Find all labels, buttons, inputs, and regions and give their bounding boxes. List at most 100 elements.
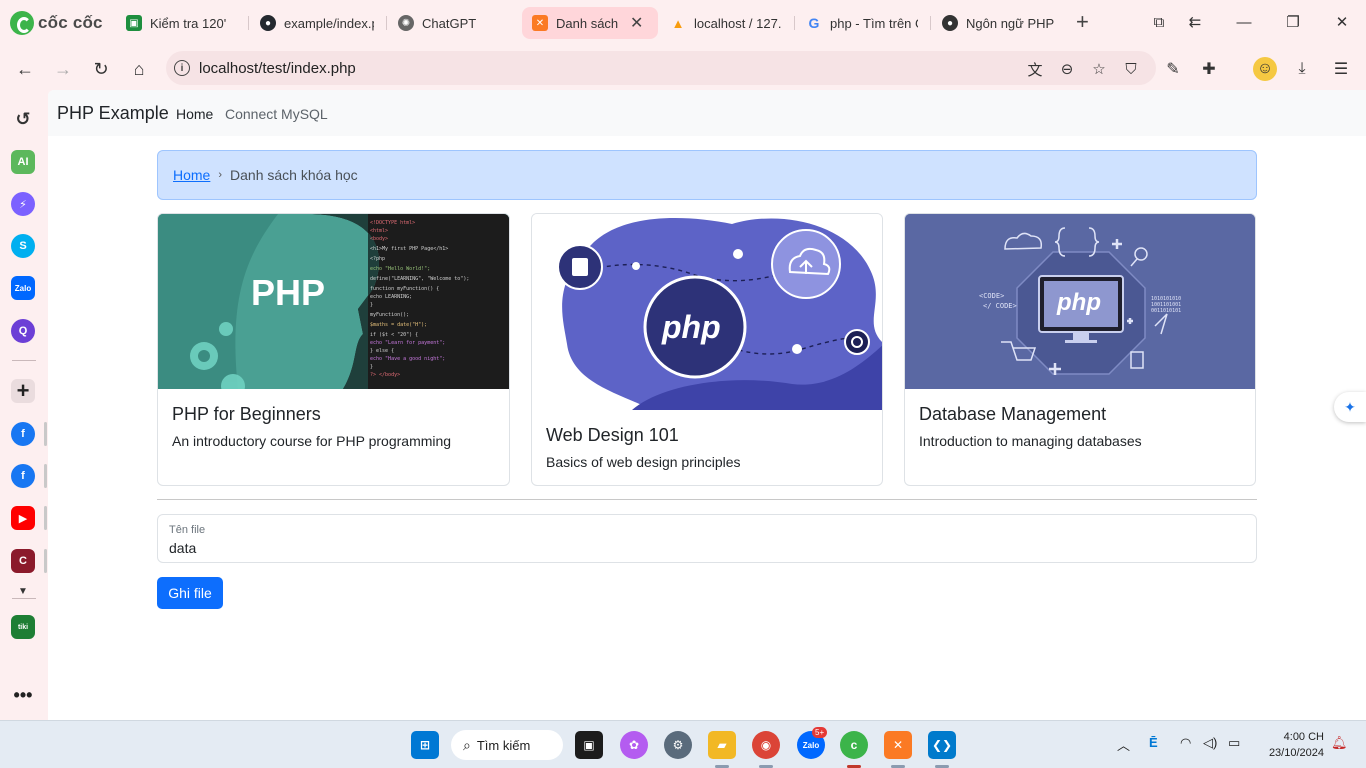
sidebar-divider [12, 598, 36, 599]
nav-mysql-link[interactable]: Connect MySQL [225, 106, 328, 122]
search-icon: ⌕ [463, 736, 471, 753]
zoom-out-icon[interactable]: ⊖ [1057, 59, 1077, 79]
system-clock[interactable]: 4:00 CH 23/10/2024 [1258, 729, 1324, 761]
tab-github[interactable]: ● example/index.p [250, 7, 384, 39]
battery-icon[interactable]: ▭ [1228, 735, 1240, 751]
pen-icon[interactable]: ✎ [1161, 57, 1185, 81]
site-brand[interactable]: PHP Example [57, 103, 169, 124]
home-icon[interactable]: ⌂ [125, 55, 153, 83]
bookmark-star-icon[interactable]: ☆ [1089, 59, 1109, 79]
sidebar-divider [12, 360, 36, 361]
input-method-icon[interactable]: Ē [1149, 735, 1158, 750]
xampp-icon[interactable]: ✕ [884, 731, 912, 759]
tab-separator [248, 16, 249, 30]
notification-bell-icon[interactable]: 🔔︎ [1331, 735, 1348, 751]
messenger-icon[interactable]: ⚡ [11, 192, 35, 216]
svg-text:$maths = date("H");: $maths = date("H"); [370, 322, 427, 328]
tab-close-icon[interactable]: ✕ [630, 13, 643, 33]
shield-icon[interactable]: ⛉ [1121, 59, 1141, 79]
windows-start-icon[interactable]: ⊞ [411, 731, 439, 759]
course-card[interactable]: php Web Design 101 Basics of web design … [531, 213, 883, 486]
course-card[interactable]: <!DOCTYPE html> <html> <body> <h1>My fir… [157, 213, 510, 486]
filename-field[interactable]: Tên file [157, 514, 1257, 563]
php-head-illustration: <!DOCTYPE html> <html> <body> <h1>My fir… [158, 214, 509, 389]
reload-icon[interactable]: ↻ [87, 55, 115, 83]
c-app-icon[interactable]: C [11, 549, 35, 573]
youtube-icon[interactable]: ▶ [11, 506, 35, 530]
forward-icon[interactable]: → [49, 55, 77, 83]
wifi-icon[interactable]: ◠ [1180, 735, 1191, 751]
svg-text:<?php: <?php [370, 256, 385, 262]
filename-input[interactable] [169, 540, 1169, 556]
brand-text: cốc cốc [38, 13, 103, 32]
tab-danh-sach[interactable]: ✕ Danh sách ✕ [522, 7, 658, 39]
minimize-icon[interactable]: — [1230, 8, 1258, 36]
q-app-icon[interactable]: Q [11, 319, 35, 343]
tab-php-language[interactable]: ● Ngôn ngữ PHP | [932, 7, 1064, 39]
taskbar-search[interactable]: ⌕ Tìm kiếm [451, 730, 563, 760]
course-title: Database Management [919, 404, 1107, 424]
back-icon[interactable]: ← [11, 55, 39, 83]
back-forward-cache-icon[interactable]: ⇇ [1181, 8, 1209, 36]
facebook-icon[interactable]: f [11, 464, 35, 488]
tiki-app-icon[interactable]: tiki [11, 615, 35, 639]
svg-text:myFunction();: myFunction(); [370, 312, 409, 318]
translate-icon[interactable]: 文 [1025, 59, 1045, 79]
tab-separator [386, 16, 387, 30]
menu-icon[interactable]: ☰ [1329, 57, 1353, 81]
skype-icon[interactable]: S [11, 234, 35, 258]
notification-badge: 5+ [812, 727, 828, 738]
nav-home-link[interactable]: Home [176, 106, 213, 122]
google-classroom-icon: ▣ [126, 15, 142, 31]
tab-phpmyadmin[interactable]: ▲ localhost / 127.0 [660, 7, 792, 39]
breadcrumb-home-link[interactable]: Home [173, 167, 210, 183]
course-description: An introductory course for PHP programmi… [172, 433, 452, 449]
vscode-icon[interactable]: ❮❯ [928, 731, 956, 759]
coccoc-icon[interactable]: c [840, 731, 868, 759]
tab-chatgpt[interactable]: ✺ ChatGPT [388, 7, 518, 39]
site-info-icon[interactable]: i [174, 60, 190, 76]
copilot-sparkle-icon[interactable]: ✦ [1334, 392, 1366, 422]
svg-text:echo "Learn for payment";: echo "Learn for payment"; [370, 340, 445, 346]
course-description: Introduction to managing databases [919, 433, 1142, 449]
copilot-icon[interactable]: ✿ [620, 731, 648, 759]
coccoc-logo[interactable]: cốc cốc [10, 10, 103, 36]
chevron-down-icon[interactable]: ▼ [11, 579, 35, 603]
filename-label: Tên file [169, 524, 206, 536]
chevron-up-icon[interactable]: ︿ [1117, 735, 1130, 754]
tab-search-icon[interactable]: ⧉ [1145, 8, 1173, 36]
tab-classroom[interactable]: ▣ Kiểm tra 120' [116, 7, 246, 39]
extensions-icon[interactable]: ✚ [1197, 57, 1221, 81]
close-window-icon[interactable]: ✕ [1328, 8, 1356, 36]
more-icon[interactable]: ••• [11, 683, 35, 707]
url-text[interactable]: localhost/test/index.php [199, 60, 356, 77]
course-description: Basics of web design principles [546, 454, 741, 470]
zalo-icon[interactable]: Zalo [11, 276, 35, 300]
tab-label: php - Tìm trên G [830, 15, 918, 31]
tab-google-search[interactable]: G php - Tìm trên G [796, 7, 928, 39]
browser-toolbar: ← → ↻ ⌂ i localhost/test/index.php 文 ⊖ ☆… [0, 46, 1366, 90]
taskbar-search-label: Tìm kiếm [476, 737, 531, 753]
tab-label: Danh sách [556, 15, 618, 31]
ai-icon[interactable]: AI [11, 150, 35, 174]
coccoc-logo-icon [10, 11, 34, 35]
svg-text:<CODE>: <CODE> [979, 292, 1004, 300]
chrome-icon[interactable]: ◉ [752, 731, 780, 759]
download-icon[interactable]: ⤓ [1290, 57, 1314, 81]
write-file-button[interactable]: Ghi file [157, 577, 223, 609]
maximize-icon[interactable]: ❐ [1279, 8, 1307, 36]
svg-text:define("LEARNING", "Welcome to: define("LEARNING", "Welcome to"); [370, 276, 469, 282]
facebook-icon[interactable]: f [11, 422, 35, 446]
xampp-icon: ✕ [532, 15, 548, 31]
breadcrumb-current: Danh sách khóa học [230, 167, 358, 183]
new-tab-icon[interactable]: + [1076, 11, 1089, 33]
history-icon[interactable]: ↺ [11, 107, 35, 131]
volume-icon[interactable]: ◁) [1203, 735, 1217, 751]
settings-gear-icon[interactable]: ⚙ [664, 731, 692, 759]
file-explorer-icon[interactable]: ▰ [708, 731, 736, 759]
task-view-icon[interactable]: ▣ [575, 731, 603, 759]
address-bar[interactable]: i localhost/test/index.php [166, 51, 1156, 85]
course-card[interactable]: <CODE> </ CODE> 1010101010 1001101001 00… [904, 213, 1256, 486]
add-sidebar-app-icon[interactable]: + [11, 378, 35, 403]
profile-avatar-icon[interactable]: ☺ [1253, 57, 1277, 81]
